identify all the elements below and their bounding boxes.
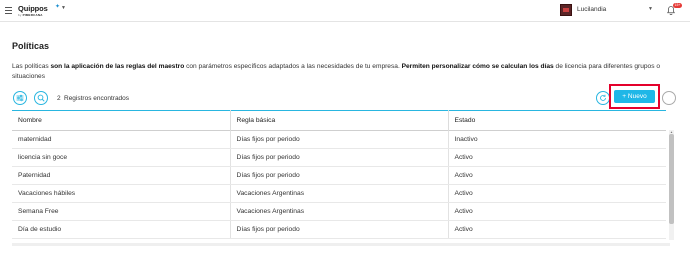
column-header-rule[interactable]: Regla básica bbox=[230, 110, 449, 131]
plus-icon: + bbox=[622, 92, 627, 100]
cell-name: Vacaciones hábiles bbox=[12, 184, 231, 203]
new-button[interactable]: + Nuevo bbox=[614, 90, 655, 103]
top-bar: Quippos ✦ by PIMERCANA ▼ Lucilandia ▼ 15… bbox=[0, 0, 690, 22]
chevron-down-icon[interactable]: ▼ bbox=[61, 5, 66, 11]
scrollbar-thumb[interactable] bbox=[669, 134, 674, 224]
cell-status: Activo bbox=[448, 202, 666, 221]
table-row[interactable]: licencia sin goce Días fijos por periodo… bbox=[12, 148, 666, 167]
cell-name: Semana Free bbox=[12, 202, 231, 221]
search-icon bbox=[37, 94, 45, 102]
menu-icon[interactable] bbox=[5, 7, 12, 14]
records-label: Registros encontrados bbox=[64, 95, 130, 102]
refresh-button[interactable] bbox=[596, 91, 610, 105]
logo-text: Quippos bbox=[18, 4, 48, 13]
cell-status: Inactivo bbox=[448, 130, 666, 149]
cell-status: Activo bbox=[448, 166, 666, 185]
horizontal-scrollbar[interactable] bbox=[12, 243, 670, 246]
column-header-status[interactable]: Estado bbox=[448, 111, 666, 131]
cell-rule: Días fijos por periodo bbox=[230, 220, 449, 239]
filter-button[interactable] bbox=[13, 91, 27, 105]
table-row[interactable]: Semana Free Vacaciones Argentinas Activo bbox=[12, 202, 666, 221]
search-button[interactable] bbox=[34, 91, 48, 105]
records-count: 2 bbox=[57, 95, 61, 102]
notification-badge: 15+ bbox=[673, 3, 682, 8]
company-selector[interactable]: Lucilandia ▼ bbox=[560, 4, 658, 18]
new-button-label: Nuevo bbox=[627, 92, 647, 100]
cell-status: Activo bbox=[448, 148, 666, 167]
column-header-name[interactable]: Nombre bbox=[12, 110, 231, 131]
app-logo[interactable]: Quippos ✦ by PIMERCANA bbox=[18, 4, 60, 18]
cell-status: Activo bbox=[448, 220, 666, 239]
page-title: Políticas bbox=[12, 41, 50, 51]
table-row[interactable]: Vacaciones hábiles Vacaciones Argentinas… bbox=[12, 184, 666, 203]
cell-name: licencia sin goce bbox=[12, 148, 231, 167]
cell-name: Paternidad bbox=[12, 166, 231, 185]
cell-name: Día de estudio bbox=[12, 220, 231, 239]
cell-rule: Días fijos por periodo bbox=[230, 166, 449, 185]
chevron-down-icon: ▼ bbox=[648, 6, 653, 12]
company-avatar bbox=[560, 4, 572, 16]
cell-rule: Días fijos por periodo bbox=[230, 130, 449, 149]
table-header-row: Nombre Regla básica Estado bbox=[12, 110, 666, 131]
cell-status: Activo bbox=[448, 184, 666, 203]
table-row[interactable]: Paternidad Días fijos por periodo Activo bbox=[12, 166, 666, 185]
sliders-icon bbox=[16, 94, 24, 102]
cell-rule: Vacaciones Argentinas bbox=[230, 184, 449, 203]
policies-table: Nombre Regla básica Estado maternidad Dí… bbox=[12, 110, 674, 242]
cell-rule: Días fijos por periodo bbox=[230, 148, 449, 167]
more-options-button[interactable] bbox=[662, 91, 676, 105]
table-row[interactable]: maternidad Días fijos por periodo Inacti… bbox=[12, 130, 666, 149]
page-description: Las políticas son la aplicación de las r… bbox=[12, 63, 661, 80]
logo-subtitle: by PIMERCANA bbox=[18, 13, 43, 17]
cell-name: maternidad bbox=[12, 130, 231, 149]
company-name: Lucilandia bbox=[577, 6, 607, 13]
refresh-icon bbox=[600, 94, 606, 101]
cell-rule: Vacaciones Argentinas bbox=[230, 202, 449, 221]
vertical-scrollbar[interactable]: ▲ bbox=[669, 130, 674, 240]
logo-star-icon: ✦ bbox=[55, 4, 61, 10]
table-row[interactable]: Día de estudio Días fijos por periodo Ac… bbox=[12, 220, 666, 239]
